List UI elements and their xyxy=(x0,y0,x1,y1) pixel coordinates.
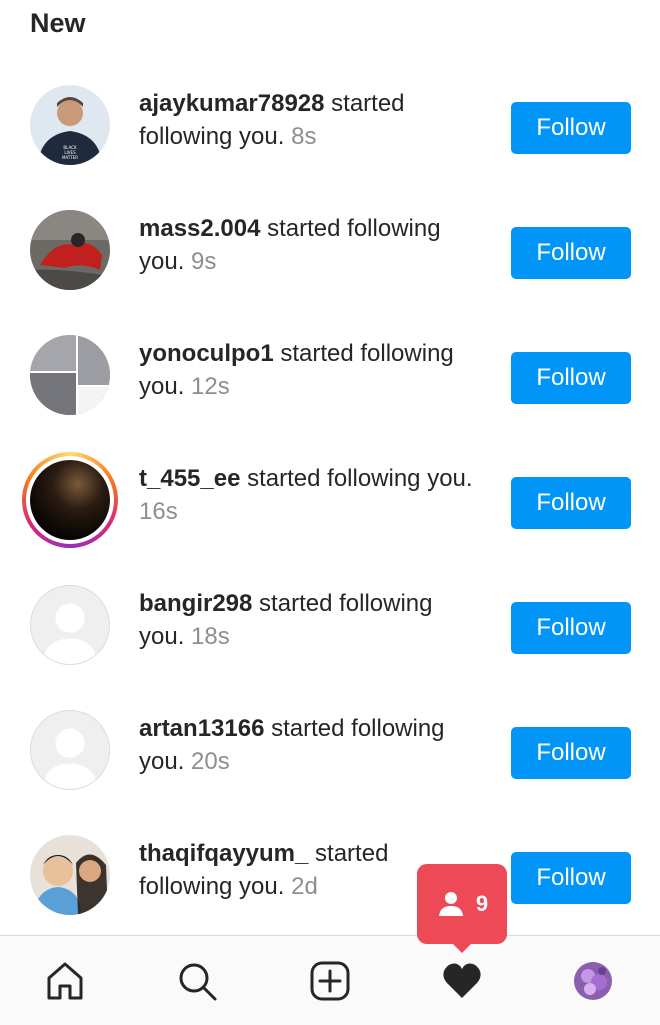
svg-text:MATTER: MATTER xyxy=(62,155,78,160)
profile-avatar[interactable] xyxy=(574,962,612,1000)
avatar[interactable] xyxy=(30,835,110,915)
timestamp: 12s xyxy=(184,373,230,400)
default-avatar[interactable] xyxy=(30,585,110,665)
avatar[interactable] xyxy=(30,335,110,415)
notification-text: artan13166 started following you. 20s xyxy=(139,712,484,778)
notification-row: bangir298 started following you. 18s Fol… xyxy=(0,564,660,689)
new-post-icon[interactable] xyxy=(307,958,353,1004)
username-link[interactable]: bangir298 xyxy=(139,590,252,617)
notification-text: bangir298 started following you. 18s xyxy=(139,587,484,653)
follow-button[interactable]: Follow xyxy=(511,477,631,529)
activity-popup[interactable]: 9 xyxy=(417,864,507,953)
follow-button[interactable]: Follow xyxy=(511,602,631,654)
bottom-nav-bar xyxy=(0,935,660,1025)
notification-text: ajaykumar78928 started following you. 8s xyxy=(139,87,484,153)
timestamp: 9s xyxy=(184,248,217,275)
default-avatar[interactable] xyxy=(30,710,110,790)
avatar[interactable] xyxy=(30,210,110,290)
timestamp: 2d xyxy=(284,873,318,900)
follow-button[interactable]: Follow xyxy=(511,227,631,279)
person-icon xyxy=(438,892,463,916)
timestamp: 8s xyxy=(284,123,317,150)
username-link[interactable]: yonoculpo1 xyxy=(139,340,274,367)
home-icon[interactable] xyxy=(42,958,88,1004)
notification-row: artan13166 started following you. 20s Fo… xyxy=(0,689,660,814)
follower-count: 9 xyxy=(475,891,489,916)
story-ring-avatar[interactable] xyxy=(22,452,118,548)
follow-button[interactable]: Follow xyxy=(511,102,631,154)
follow-button[interactable]: Follow xyxy=(511,852,631,904)
username-link[interactable]: artan13166 xyxy=(139,715,264,742)
username-link[interactable]: mass2.004 xyxy=(139,215,260,242)
notification-row: mass2.004 started following you. 9s Foll… xyxy=(0,189,660,314)
follow-button[interactable]: Follow xyxy=(511,352,631,404)
search-icon[interactable] xyxy=(174,958,220,1004)
timestamp: 16s xyxy=(139,498,178,525)
action-text: started following you. xyxy=(240,465,473,492)
notification-row: BLACK LIVES MATTER ajaykumar78928 starte… xyxy=(0,64,660,189)
notification-text: yonoculpo1 started following you. 12s xyxy=(139,337,484,403)
activity-heart-icon[interactable] xyxy=(439,958,485,1004)
follow-button[interactable]: Follow xyxy=(511,727,631,779)
timestamp: 18s xyxy=(184,623,230,650)
notification-row: yonoculpo1 started following you. 12s Fo… xyxy=(0,314,660,439)
section-title: New xyxy=(30,8,86,38)
popup-pointer xyxy=(449,940,475,953)
notification-row: thaqifqayyum_ started following you. 2d … xyxy=(0,814,660,939)
username-link[interactable]: ajaykumar78928 xyxy=(139,90,324,117)
username-link[interactable]: t_455_ee xyxy=(139,465,240,492)
avatar[interactable]: BLACK LIVES MATTER xyxy=(30,85,110,165)
timestamp: 20s xyxy=(184,748,230,775)
notification-text: t_455_ee started following you. 16s xyxy=(139,462,484,528)
username-link[interactable]: thaqifqayyum_ xyxy=(139,840,308,867)
notification-row: t_455_ee started following you. 16s Foll… xyxy=(0,439,660,564)
notification-text: mass2.004 started following you. 9s xyxy=(139,212,484,278)
